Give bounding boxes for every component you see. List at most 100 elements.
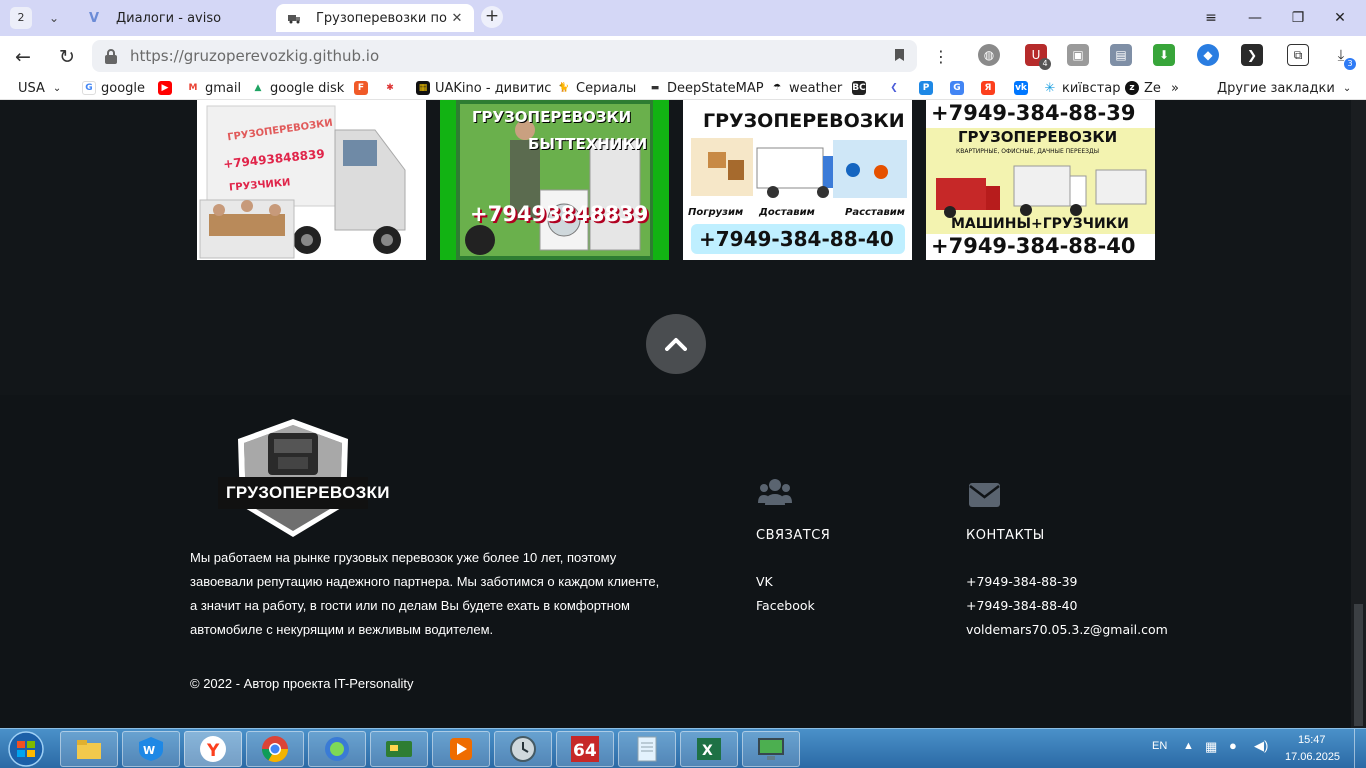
extension-briefcase-icon[interactable]: ▣ <box>1067 44 1089 66</box>
banner-image-3[interactable]: ГРУЗОПЕРЕВОЗКИ Погрузим Доставим Расстав… <box>683 100 912 260</box>
bookmark-f[interactable]: F <box>354 79 368 97</box>
uakino-icon: ▦ <box>416 81 430 95</box>
restore-icon[interactable]: ❐ <box>1283 6 1313 30</box>
taskbar-excel-icon[interactable]: X <box>680 731 738 767</box>
minimize-icon[interactable]: — <box>1240 6 1270 30</box>
banner-2-subtitle: БЫТТЕХНИКИ <box>528 135 648 153</box>
banner-image-1[interactable]: ГРУЗОПЕРЕВОЗКИ +79493848839 ГРУЗЧИКИ <box>197 100 426 260</box>
bookmark-p[interactable]: P <box>919 79 933 97</box>
extension-play-icon[interactable]: ❯ <box>1241 44 1263 66</box>
taskbar-media-player-icon[interactable] <box>432 731 490 767</box>
banner-2-phone: +79493848839 <box>470 202 649 226</box>
banner-image-2[interactable]: ГРУЗОПЕРЕВОЗКИ БЫТТЕХНИКИ +79493848839 <box>440 100 669 260</box>
extension-chart-icon[interactable]: ▤ <box>1110 44 1132 66</box>
scrollbar-thumb[interactable] <box>1354 604 1363 726</box>
lock-icon[interactable] <box>104 48 118 64</box>
more-options-icon[interactable]: ⋮ <box>928 44 954 70</box>
extension-puzzle-icon[interactable]: ⧉ <box>1287 44 1309 66</box>
clock-time[interactable]: 15:47 <box>1298 734 1326 746</box>
extension-ublock-icon[interactable]: U4 <box>1025 44 1051 70</box>
download-arrow-icon[interactable]: ⬇ <box>1153 44 1175 66</box>
ze-icon: z <box>1125 81 1139 95</box>
taskbar-card-icon[interactable] <box>370 731 428 767</box>
chevron-down-icon[interactable]: ⌄ <box>42 7 66 29</box>
bookmark-uakino[interactable]: ▦ UAKino - дивитис <box>416 79 551 97</box>
banner-3-arrange: Расставим <box>845 207 905 218</box>
address-bar[interactable]: https://gruzoperevozkig.github.io <box>92 40 917 72</box>
taskbar-monitor-icon[interactable] <box>742 731 800 767</box>
back-icon[interactable]: ← <box>10 44 36 70</box>
taskbar-chrome-icon[interactable] <box>246 731 304 767</box>
bookmark-serials[interactable]: 🐈 Сериалы <box>557 79 636 97</box>
close-tab-icon[interactable]: ✕ <box>448 11 466 26</box>
logo-text: ГРУЗОПЕРЕВОЗКИ <box>226 483 390 502</box>
about-text: Мы работаем на рынке грузовых перевозок … <box>190 550 660 637</box>
vk-link[interactable]: VK <box>756 574 773 589</box>
close-window-icon[interactable]: ✕ <box>1325 6 1355 30</box>
bookmark-google-disk[interactable]: ▲ google disk <box>251 79 344 97</box>
company-logo[interactable]: ГРУЗОПЕРЕВОЗКИ <box>218 417 389 539</box>
more-bookmarks-button[interactable]: » <box>1171 79 1179 97</box>
bookmark-kyivstar[interactable]: ✳ київстар <box>1043 79 1121 97</box>
volume-icon[interactable]: ◀) <box>1254 738 1268 754</box>
chevron-down-icon: ⌄ <box>1342 82 1352 94</box>
bookmark-icon[interactable] <box>894 48 905 66</box>
banner-image-4[interactable]: +7949-384-88-39 ГРУЗОПЕРЕВОЗКИ КВАРТИРНЫ… <box>926 100 1155 260</box>
bookmark-arrow[interactable]: ❮ <box>887 79 901 97</box>
tab-counter[interactable]: 2 <box>10 7 32 29</box>
scroll-to-top-button[interactable] <box>646 314 706 374</box>
tab-dialogs[interactable]: V Диалоги - aviso <box>76 4 271 32</box>
url-text[interactable]: https://gruzoperevozkig.github.io <box>130 47 379 65</box>
bookmark-ze[interactable]: z Ze <box>1125 79 1161 97</box>
tab-gruzoperevozki[interactable]: Грузоперевозки по Гор ✕ <box>276 4 474 32</box>
banner-3-load: Погрузим <box>688 207 744 218</box>
email-link[interactable]: voldemars70.05.3.z@gmail.com <box>966 622 1168 637</box>
taskbar-network-icon[interactable] <box>308 731 366 767</box>
reload-icon[interactable]: ↻ <box>54 44 80 70</box>
menu-icon[interactable]: ≡ <box>1196 6 1226 30</box>
taskbar-notepad-icon[interactable] <box>618 731 676 767</box>
bookmark-translate[interactable]: G <box>950 79 964 97</box>
bookmark-bc[interactable]: BC <box>852 79 866 97</box>
start-button[interactable] <box>2 730 52 768</box>
downloads-icon[interactable]: ⤓ 3 <box>1330 44 1356 70</box>
taskbar-aida64-icon[interactable]: 64 <box>556 731 614 767</box>
show-desktop-button[interactable] <box>1354 729 1366 768</box>
tray-app-icon[interactable]: ● <box>1229 738 1237 753</box>
banner-3-deliver: Доставим <box>759 207 815 218</box>
bookmark-weather[interactable]: ☂ weather <box>770 79 842 97</box>
bookmark-yandex[interactable]: Я <box>981 79 995 97</box>
phone-link-2[interactable]: +7949-384-88-40 <box>966 598 1078 613</box>
language-indicator[interactable]: EN <box>1152 740 1167 752</box>
bookmark-puzzle[interactable]: ✱ <box>383 79 397 97</box>
weather-icon: ☂ <box>770 81 784 95</box>
phone-link-1[interactable]: +7949-384-88-39 <box>966 574 1078 589</box>
other-bookmarks-folder[interactable]: Другие закладки ⌄ <box>1217 79 1351 97</box>
copyright-text: © 2022 - Автор проекта IT-Personality <box>190 676 414 691</box>
banner-4-phone-top: +7949-384-88-39 <box>931 101 1136 125</box>
tab-title: Диалоги - aviso <box>116 10 222 26</box>
clock-date[interactable]: 17.06.2025 <box>1285 751 1340 763</box>
bookmark-deepstatemap[interactable]: ▬ DeepStateMAP <box>648 79 764 97</box>
taskbar-explorer-icon[interactable] <box>60 731 118 767</box>
banner-4-phone-bottom: +7949-384-88-40 <box>931 234 1136 258</box>
yandex-icon: Я <box>981 81 995 95</box>
taskbar-yandex-browser-icon[interactable]: Y <box>184 731 242 767</box>
taskbar-clock-icon[interactable] <box>494 731 552 767</box>
taskbar-wise-icon[interactable]: W <box>122 731 180 767</box>
page-scrollbar[interactable] <box>1351 100 1366 728</box>
bookmark-youtube[interactable]: ▶ <box>158 79 172 97</box>
bookmark-google[interactable]: Ggoogle <box>82 79 145 97</box>
globe-icon[interactable]: ◍ <box>978 44 1000 66</box>
browser-toolbar: ← ↻ https://gruzoperevozkig.github.io ⋮ … <box>0 36 1366 76</box>
diamond-icon[interactable]: ◆ <box>1197 44 1219 66</box>
banner-4-title: ГРУЗОПЕРЕВОЗКИ <box>958 128 1118 146</box>
bookmark-gmail[interactable]: Mgmail <box>186 79 241 97</box>
new-tab-button[interactable]: + <box>481 6 503 28</box>
tray-network-icon[interactable]: ▦ <box>1205 739 1217 755</box>
facebook-link[interactable]: Facebook <box>756 598 815 613</box>
show-hidden-icons-icon[interactable]: ▲ <box>1183 740 1194 752</box>
region-selector[interactable]: USA ⌄ <box>18 79 61 97</box>
bookmark-vk[interactable]: vk <box>1014 79 1028 97</box>
cat-icon: 🐈 <box>557 81 571 95</box>
